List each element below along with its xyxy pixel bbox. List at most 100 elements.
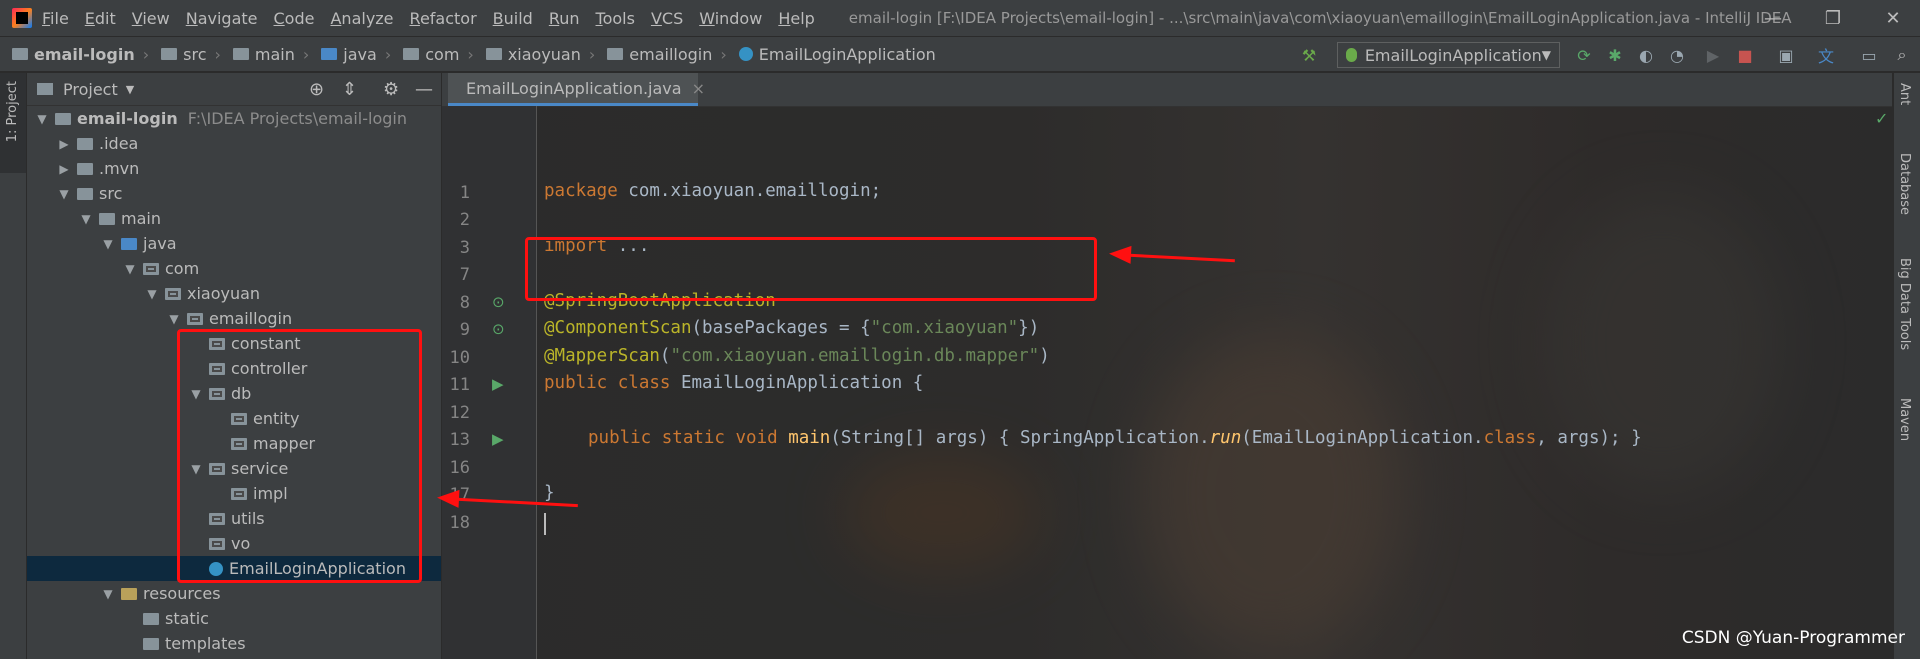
menu-build[interactable]: Build [493,9,533,28]
breadcrumb-item[interactable]: com › [403,45,474,64]
expand-arrow-icon[interactable]: ▼ [123,262,137,276]
project-folder-icon [37,83,53,95]
expand-arrow-icon[interactable]: ▼ [57,187,71,201]
run-gutter-icon[interactable]: ▶ [492,430,504,448]
editor-background-image [442,73,1892,659]
collapse-arrow-icon[interactable]: ▶ [57,162,71,176]
line-number: 8 [459,293,470,313]
code-token: com.xiaoyuan.emaillogin; [617,181,882,201]
tree-item[interactable]: templates [27,631,441,656]
breadcrumb-item[interactable]: email-login › [12,45,149,64]
collapse-arrow-icon[interactable]: ▶ [57,137,71,151]
breadcrumb-label: EmailLoginApplication [758,44,936,64]
locate-icon[interactable]: ⊕ [309,79,324,100]
project-structure-icon[interactable]: ▣ [1777,46,1795,65]
expand-arrow-icon[interactable]: ▼ [145,287,159,301]
menu-view[interactable]: View [132,9,170,28]
coverage-icon[interactable]: ◐ [1637,46,1655,65]
menu-vcs[interactable]: VCS [651,9,683,28]
menu-navigate[interactable]: Navigate [186,9,258,28]
expand-arrow-icon[interactable]: ▼ [35,112,49,126]
tree-item[interactable]: ▼ email-login F:\IDEA Projects\email-login [27,106,441,131]
tree-item[interactable]: ▼ src [27,181,441,206]
tree-item[interactable]: ▼ main [27,206,441,231]
chevron-down-icon[interactable]: ▼ [126,83,134,96]
line-number: 9 [459,320,470,340]
project-tool-tab[interactable]: 1: Project [0,73,26,173]
code-token: (EmailLoginApplication. [1241,428,1484,448]
tree-item[interactable]: ▼ xiaoyuan [27,281,441,306]
close-window-button[interactable]: ✕ [1870,0,1916,36]
search-icon[interactable]: ⌕ [1893,45,1911,64]
tree-item[interactable]: ▼ com [27,256,441,281]
tree-item[interactable]: ▼ emaillogin [27,306,441,331]
minimize-button[interactable]: — [1750,0,1796,36]
breadcrumb-item[interactable]: xiaoyuan › [485,45,595,64]
gear-icon[interactable]: ⚙ [383,79,399,100]
tree-item[interactable]: ▼ resources [27,581,441,606]
restore-button[interactable]: ❐ [1810,0,1856,36]
breadcrumb-label: com [425,44,460,64]
line-number: 18 [449,513,470,533]
breadcrumb-item[interactable]: src › [161,45,221,64]
run-disabled-icon[interactable]: ▶ [1704,46,1722,65]
menu-code[interactable]: Code [274,9,315,28]
run-configuration-select[interactable]: EmailLoginApplication ▼ [1337,42,1560,68]
menu-run[interactable]: Run [549,9,580,28]
rerun-icon[interactable]: ⟳ [1575,46,1593,65]
breadcrumb-item[interactable]: main › [232,45,309,64]
database-tool-tab[interactable]: Database [1897,153,1912,215]
line-number: 11 [449,375,470,395]
code-token: (basePackages = { [691,318,871,338]
close-tab-icon[interactable]: × [692,79,705,98]
tree-item-label: .idea [99,134,139,153]
tree-item-label: resources [143,584,221,603]
menu-help[interactable]: Help [778,9,814,28]
window-layout-icon[interactable]: ▭ [1860,46,1878,65]
ant-tool-tab[interactable]: Ant [1897,83,1912,105]
code-token: run [1209,428,1242,448]
expand-arrow-icon[interactable]: ▼ [101,237,115,251]
breadcrumb-item[interactable]: EmailLoginApplication [738,44,936,64]
editor-tab[interactable]: EmailLoginApplication.java × [448,73,705,106]
bean-icon[interactable]: ⊙ [492,293,505,311]
stop-icon[interactable]: ■ [1736,46,1754,65]
breadcrumb-label: java [343,44,377,64]
chevron-down-icon: ▼ [1541,48,1551,62]
breadcrumb-item[interactable]: emaillogin › [607,45,727,64]
tree-item[interactable]: static [27,606,441,631]
menu-tools[interactable]: Tools [596,9,635,28]
run-gutter-icon[interactable]: ▶ [492,375,504,393]
folder-icon [77,162,93,175]
expand-arrow-icon[interactable]: ▼ [101,587,115,601]
menu-analyze[interactable]: Analyze [330,9,393,28]
tree-item[interactable]: ▶ .mvn [27,156,441,181]
build-hammer-icon[interactable]: ⚒ [1300,46,1318,65]
profiler-icon[interactable]: ◔ [1668,46,1686,65]
package-icon [143,262,159,275]
big-data-tools-tab[interactable]: Big Data Tools [1897,258,1912,350]
expand-arrow-icon[interactable]: ▼ [167,312,181,326]
tree-item[interactable]: ▶ .idea [27,131,441,156]
breadcrumb-item[interactable]: java › [321,45,391,64]
hide-icon[interactable]: — [415,79,433,100]
menu-edit[interactable]: Edit [85,9,116,28]
translate-icon[interactable]: 文 [1817,46,1835,66]
expand-arrow-icon[interactable]: ▼ [79,212,93,226]
tree-item[interactable]: ▼ java [27,231,441,256]
debug-icon[interactable]: ✱ [1606,46,1624,65]
code-line: public static void main(String[] args) {… [588,428,1642,448]
collapse-all-icon[interactable]: ⇕ [342,79,357,100]
menu-refactor[interactable]: Refactor [410,9,477,28]
package-icon [607,48,624,60]
maven-tool-tab[interactable]: Maven [1897,398,1912,441]
menu-window[interactable]: Window [699,9,762,28]
code-token: "com.xiaoyuan.emaillogin.db.mapper" [670,346,1040,366]
inspection-ok-icon[interactable]: ✓ [1875,109,1888,128]
breadcrumb-label: email-login [34,44,135,64]
line-number: 13 [449,430,470,450]
project-panel-title[interactable]: Project [63,80,118,99]
right-tool-stripe: Ant Database Big Data Tools Maven [1893,73,1920,659]
menu-file[interactable]: File [42,9,69,28]
bean-icon[interactable]: ⊙ [492,320,505,338]
